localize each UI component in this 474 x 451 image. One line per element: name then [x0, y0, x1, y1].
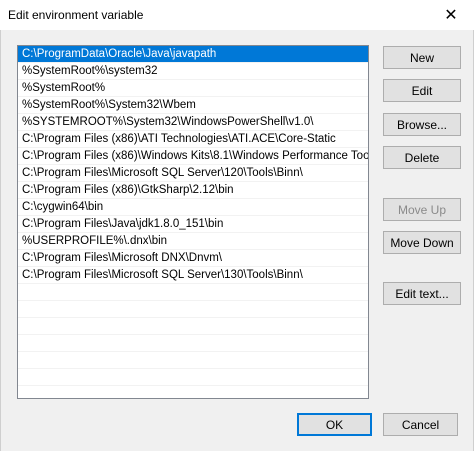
path-list[interactable]: C:\ProgramData\Oracle\Java\javapath %Sys… [17, 45, 369, 399]
window-title: Edit environment variable [8, 8, 144, 22]
path-list-item[interactable]: C:\Program Files\Java\jdk1.8.0_151\bin [18, 216, 368, 233]
delete-button[interactable]: Delete [383, 146, 461, 169]
path-list-item[interactable]: C:\Program Files (x86)\GtkSharp\2.12\bin [18, 182, 368, 199]
path-list-item[interactable]: %USERPROFILE%\.dnx\bin [18, 233, 368, 250]
path-list-item[interactable]: %SystemRoot% [18, 80, 368, 97]
title-bar: Edit environment variable ✕ [0, 0, 474, 30]
cancel-button[interactable]: Cancel [383, 413, 458, 436]
edit-button[interactable]: Edit [383, 79, 461, 102]
empty-list-row[interactable] [18, 318, 368, 335]
path-list-item[interactable]: C:\Program Files (x86)\Windows Kits\8.1\… [18, 148, 368, 165]
path-list-item[interactable]: C:\Program Files\Microsoft SQL Server\12… [18, 165, 368, 182]
empty-list-row[interactable] [18, 369, 368, 386]
close-icon[interactable]: ✕ [428, 0, 474, 30]
path-list-item[interactable]: %SYSTEMROOT%\System32\WindowsPowerShell\… [18, 114, 368, 131]
empty-list-row[interactable] [18, 352, 368, 369]
path-list-item[interactable]: C:\Program Files\Microsoft DNX\Dnvm\ [18, 250, 368, 267]
move-up-button[interactable]: Move Up [383, 198, 461, 221]
new-button[interactable]: New [383, 46, 461, 69]
path-list-item[interactable]: %SystemRoot%\system32 [18, 63, 368, 80]
ok-button[interactable]: OK [297, 413, 372, 436]
path-list-item[interactable]: C:\Program Files (x86)\ATI Technologies\… [18, 131, 368, 148]
path-list-item[interactable]: C:\ProgramData\Oracle\Java\javapath [18, 46, 368, 63]
path-list-item[interactable]: C:\Program Files\Microsoft SQL Server\13… [18, 267, 368, 284]
window-border-left [0, 30, 1, 451]
edit-text-button[interactable]: Edit text... [383, 282, 461, 305]
move-down-button[interactable]: Move Down [383, 231, 461, 254]
empty-list-row[interactable] [18, 301, 368, 318]
empty-list-row[interactable] [18, 284, 368, 301]
path-list-item[interactable]: C:\cygwin64\bin [18, 199, 368, 216]
empty-list-row[interactable] [18, 335, 368, 352]
path-list-item[interactable]: %SystemRoot%\System32\Wbem [18, 97, 368, 114]
browse-button[interactable]: Browse... [383, 113, 461, 136]
